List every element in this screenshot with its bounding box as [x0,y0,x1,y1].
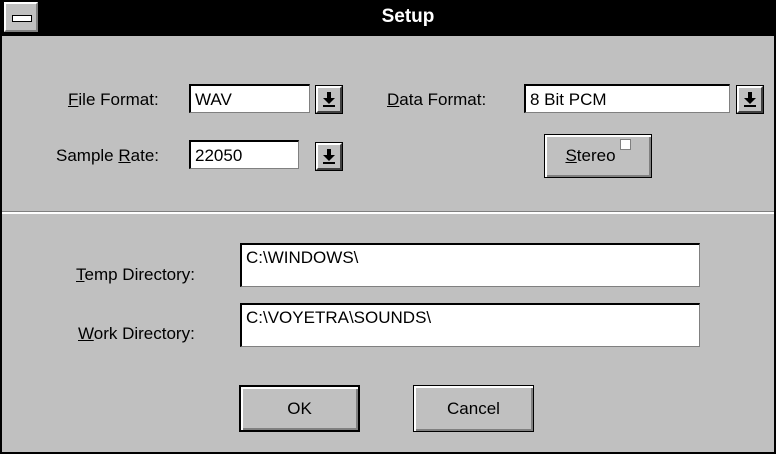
work-directory-field[interactable]: C:\VOYETRA\SOUNDS\ [240,303,700,347]
data-format-label: Data Format: [387,90,487,109]
dropdown-arrow-icon [744,92,756,107]
cancel-button[interactable]: Cancel [413,385,534,432]
stereo-checkbox[interactable] [619,139,631,150]
title-bar: Setup [2,0,774,36]
work-directory-label: Work Directory: [78,324,195,343]
stereo-label: Stereo [565,146,616,165]
file-format-dropdown-button[interactable] [315,85,343,114]
temp-directory-field[interactable]: C:\WINDOWS\ [240,243,700,287]
dropdown-arrow-icon [323,149,335,164]
dropdown-arrow-icon [323,92,335,107]
stereo-button[interactable]: Stereo [544,134,652,178]
system-menu-icon[interactable] [4,2,38,32]
window-title: Setup [381,6,435,27]
sample-rate-label: Sample Rate: [56,146,160,165]
data-format-dropdown-button[interactable] [736,85,764,114]
file-format-label: File Format: [68,90,159,109]
ok-button[interactable]: OK [239,385,360,432]
temp-directory-label: Temp Directory: [76,265,196,284]
section-divider [2,211,774,214]
data-format-select[interactable]: 8 Bit PCM [524,84,730,113]
sample-rate-dropdown-button[interactable] [315,142,343,171]
sample-rate-select[interactable]: 22050 [189,140,299,169]
setup-dialog: Setup File Format: WAV Sample Rate: 2205… [0,0,776,454]
file-format-select[interactable]: WAV [189,84,310,113]
